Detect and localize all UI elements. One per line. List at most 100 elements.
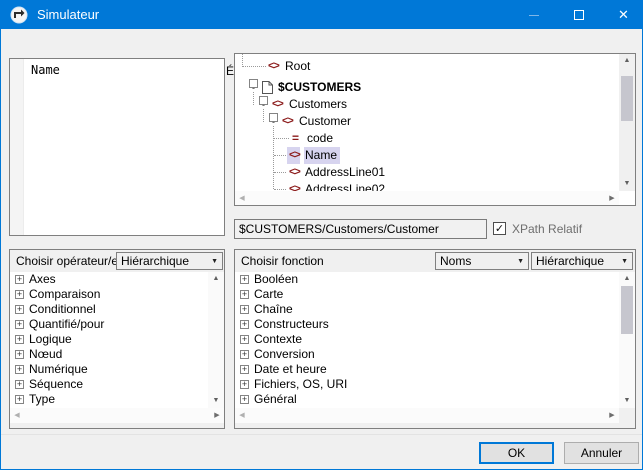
expand-icon[interactable]: + — [15, 350, 24, 359]
element-icon: <> — [289, 164, 300, 181]
list-item[interactable]: +Date et heure — [235, 362, 619, 377]
operators-vertical-scrollbar[interactable]: ▲ ▼ — [208, 272, 224, 408]
expand-icon[interactable]: + — [15, 320, 24, 329]
tree-item-label: Customer — [299, 113, 351, 130]
cancel-button[interactable]: Annuler — [564, 442, 639, 464]
close-button[interactable]: ✕ — [601, 1, 643, 29]
scroll-right-icon[interactable]: ▶ — [605, 408, 619, 423]
collapse-icon[interactable]: - — [249, 79, 258, 88]
list-item-label: Axes — [29, 272, 56, 287]
list-item[interactable]: +Conversion — [235, 347, 619, 362]
close-icon: ✕ — [618, 7, 629, 23]
scrollbar-thumb[interactable] — [621, 286, 633, 334]
scrollbar-thumb[interactable] — [621, 76, 633, 121]
scroll-down-icon[interactable]: ▼ — [619, 177, 635, 191]
list-item[interactable]: + Constructeurs — [235, 317, 619, 332]
expand-icon[interactable]: + — [240, 350, 249, 359]
toolbar: !! Générateur Évaluateur — [1, 29, 642, 56]
tree-item-label: Name — [304, 147, 340, 164]
list-item-label: Comparaison — [29, 287, 100, 302]
list-item[interactable]: +Logique — [10, 332, 208, 347]
element-icon: <> — [272, 96, 283, 113]
expand-icon[interactable]: + — [240, 320, 249, 329]
collapse-icon[interactable]: - — [259, 96, 268, 105]
list-item[interactable]: +Chaîne — [235, 302, 619, 317]
list-item[interactable]: +Nœud — [10, 347, 208, 362]
tree-row[interactable]: - <> Customer — [235, 113, 615, 130]
collapse-icon[interactable]: - — [269, 113, 278, 122]
expand-icon[interactable]: + — [240, 380, 249, 389]
list-item[interactable]: +Numérique — [10, 362, 208, 377]
scroll-up-icon[interactable]: ▲ — [619, 54, 635, 68]
tree-connector — [274, 172, 286, 173]
expand-icon[interactable]: + — [15, 395, 24, 404]
expand-icon[interactable]: + — [240, 395, 249, 404]
scroll-left-icon[interactable]: ◀ — [235, 191, 249, 206]
tree-row[interactable]: <> AddressLine01 — [235, 164, 615, 181]
list-item-label: Booléen — [254, 272, 298, 287]
list-item[interactable]: + Axes — [10, 272, 208, 287]
expand-icon[interactable]: + — [240, 365, 249, 374]
functions-names-dropdown[interactable]: Noms ▼ — [435, 252, 529, 270]
expand-icon[interactable]: + — [15, 380, 24, 389]
list-item[interactable]: +Séquence — [10, 377, 208, 392]
element-icon: <> — [282, 113, 293, 130]
functions-horizontal-scrollbar[interactable]: ◀ ▶ — [235, 408, 619, 423]
expand-icon[interactable]: + — [15, 290, 24, 299]
maximize-button[interactable] — [556, 1, 601, 29]
tree-item-label: Customers — [289, 96, 347, 113]
tree-row[interactable]: = code — [235, 130, 615, 147]
scroll-right-icon[interactable]: ▶ — [210, 408, 224, 423]
list-item[interactable]: + Conditionnel — [10, 302, 208, 317]
expand-icon[interactable]: + — [240, 275, 249, 284]
list-item-label: Conditionnel — [29, 302, 96, 317]
tree-horizontal-scrollbar[interactable]: ◀ ▶ — [235, 191, 619, 206]
list-item[interactable]: +Quantifié/pour — [10, 317, 208, 332]
operators-list: + Axes + Comparaison + Conditionnel +Quanti… — [10, 272, 208, 408]
scroll-up-icon[interactable]: ▲ — [208, 272, 224, 286]
functions-vertical-scrollbar[interactable]: ▲ ▼ — [619, 272, 635, 408]
operators-view-dropdown[interactable]: Hiérarchique ▼ — [116, 252, 223, 270]
tree-connector — [274, 138, 289, 139]
expand-icon[interactable]: + — [15, 275, 24, 284]
scroll-down-icon[interactable]: ▼ — [208, 394, 224, 408]
minimize-button[interactable] — [511, 1, 556, 29]
list-item[interactable]: +Général — [235, 392, 619, 407]
operators-horizontal-scrollbar[interactable]: ◀ ▶ — [10, 408, 224, 423]
scroll-left-icon[interactable]: ◀ — [235, 408, 249, 423]
scroll-right-icon[interactable]: ▶ — [605, 191, 619, 206]
tree-connector — [274, 189, 286, 190]
list-item[interactable]: +Contexte — [235, 332, 619, 347]
scroll-down-icon[interactable]: ▼ — [619, 394, 635, 408]
scroll-up-icon[interactable]: ▲ — [619, 272, 635, 286]
minimize-icon — [529, 15, 539, 16]
element-icon: <> — [268, 58, 279, 75]
expression-editor[interactable]: Name — [9, 58, 225, 236]
functions-view-dropdown[interactable]: Hiérarchique ▼ — [531, 252, 633, 270]
tree-row[interactable]: - $CUSTOMERS — [235, 79, 615, 96]
expand-icon[interactable]: + — [240, 290, 249, 299]
expand-icon[interactable]: + — [240, 305, 249, 314]
tree-row[interactable]: <> Root — [235, 58, 615, 75]
list-item-label: Constructeurs — [254, 317, 329, 332]
list-item[interactable]: +Type — [10, 392, 208, 407]
list-item[interactable]: + Comparaison — [10, 287, 208, 302]
xpath-relative-checkbox[interactable]: ✓ — [493, 222, 506, 235]
expand-icon[interactable]: + — [240, 335, 249, 344]
expand-icon[interactable]: + — [15, 365, 24, 374]
ok-button[interactable]: OK — [479, 442, 554, 464]
expression-text[interactable]: Name — [31, 63, 60, 77]
list-item[interactable]: +Fichiers, OS, URI — [235, 377, 619, 392]
expand-icon[interactable]: + — [15, 335, 24, 344]
tree-row[interactable]: - <> Customers — [235, 96, 615, 113]
list-item[interactable]: + Booléen — [235, 272, 619, 287]
list-item[interactable]: +Carte — [235, 287, 619, 302]
functions-panel: Choisir fonction Noms ▼ Hiérarchique ▼ +… — [234, 249, 636, 429]
footer-separator — [1, 434, 642, 435]
expand-icon[interactable]: + — [15, 305, 24, 314]
tree-row-selected[interactable]: <> Name — [235, 147, 615, 164]
xpath-input[interactable] — [234, 219, 487, 239]
schema-tree: <> Root - $CUSTOMERS - <> Customers - <>… — [234, 53, 636, 206]
scroll-left-icon[interactable]: ◀ — [10, 408, 24, 423]
tree-vertical-scrollbar[interactable]: ▲ ▼ — [619, 54, 635, 191]
